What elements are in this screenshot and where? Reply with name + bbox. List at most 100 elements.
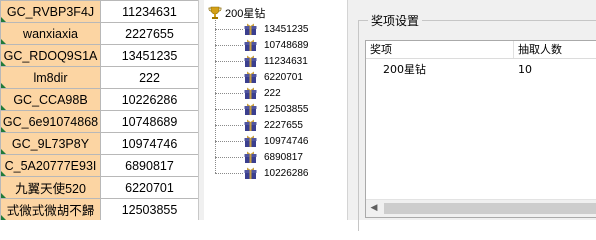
trophy-icon [208, 6, 222, 19]
cell-text: 13451235 [121, 48, 178, 63]
sheet-row: GC_6e91074868 10748689 [0, 110, 198, 133]
prize-list[interactable]: 奖项 抽取人数 200星钻 10 ◀ [365, 40, 596, 218]
sheet-row: lm8dir 222 [0, 66, 198, 89]
gift-box-icon [244, 151, 257, 164]
tree-node-label: 10226286 [264, 168, 309, 180]
gift-box-icon [244, 71, 257, 83]
settings-panel: 奖项设置 奖项 抽取人数 200星钻 10 ◀ [348, 0, 596, 231]
gift-box-icon [244, 135, 257, 148]
prize-count: 10 [518, 63, 532, 76]
tree-root[interactable]: 200星钻 [208, 6, 265, 20]
gift-box-icon [244, 39, 257, 51]
cell-text: GC_RVBP3F4J [6, 4, 95, 19]
tree-node-label: 10748689 [264, 39, 309, 51]
cell-text: wanxiaxia [23, 26, 78, 41]
spreadsheet-grid: GC_RVBP3F4J 11234631 wanxiaxia 2227655 GC_RD… [0, 0, 198, 220]
tree-node[interactable]: 10974746 [215, 134, 309, 150]
gift-box-icon [244, 55, 257, 67]
tree-branch [215, 141, 243, 143]
column-header-count[interactable]: 抽取人数 [514, 41, 596, 58]
sheet-cell-id[interactable]: 222 [100, 66, 198, 89]
cell-text: 式微式微胡不歸 [6, 204, 95, 218]
tree-branch [215, 92, 243, 94]
cell-text: 12503855 [121, 202, 178, 217]
cell-text: 222 [139, 70, 160, 85]
sheet-cell-id[interactable]: 6220701 [100, 176, 198, 199]
sheet-cell-id[interactable]: 6890817 [100, 154, 198, 177]
cell-text: 2227655 [125, 26, 174, 41]
cell-text: GC_CCA98B [13, 92, 88, 107]
gift-box-icon [244, 119, 257, 132]
cell-text: GC_9L73P8Y [11, 136, 90, 151]
sheet-row: GC_9L73P8Y 10974746 [0, 132, 198, 155]
sheet-cell-name[interactable]: wanxiaxia [0, 22, 101, 45]
sheet-cell-name[interactable]: GC_RVBP3F4J [0, 0, 101, 23]
sheet-cell-name[interactable]: GC_RDOQ9S1A [0, 44, 101, 67]
sheet-cell-id[interactable]: 12503855 [100, 198, 198, 220]
cell-text: GC_6e91074868 [2, 114, 99, 129]
sheet-cell-id[interactable]: 10226286 [100, 88, 198, 111]
spreadsheet: GC_RVBP3F4J 11234631 wanxiaxia 2227655 GC_RD… [0, 0, 198, 220]
sheet-cell-name[interactable]: 式微式微胡不歸 [0, 198, 101, 220]
cell-text: C_5A20777E93I [4, 158, 97, 173]
horizontal-scrollbar[interactable]: ◀ [366, 199, 596, 217]
tree-node[interactable]: 10226286 [215, 166, 309, 182]
sheet-row: C_5A20777E93I 6890817 [0, 154, 198, 177]
column-header-prize[interactable]: 奖项 [366, 41, 514, 58]
tree-node-label: 6220701 [264, 71, 303, 83]
tree-branch [215, 173, 243, 175]
sheet-row: GC_RVBP3F4J 11234631 [0, 0, 198, 23]
scroll-left-icon[interactable]: ◀ [369, 203, 379, 213]
sheet-cell-id[interactable]: 2227655 [100, 22, 198, 45]
cell-text: 10748689 [121, 114, 178, 129]
tree-branch [215, 76, 243, 78]
tree-root-label: 200星钻 [225, 8, 266, 20]
tree-node[interactable]: 222 [215, 85, 281, 101]
cell-text: lm8dir [33, 70, 68, 85]
sheet-cell-name[interactable]: GC_CCA98B [0, 88, 101, 111]
tree-node-label: 13451235 [264, 23, 309, 35]
sheet-cell-name[interactable]: C_5A20777E93I [0, 154, 101, 177]
sheet-cell-id[interactable]: 11234631 [100, 0, 198, 23]
cell-text: 11234631 [122, 4, 177, 19]
tree-node[interactable]: 6890817 [215, 150, 303, 166]
sheet-cell-name[interactable]: lm8dir [0, 66, 101, 89]
tree-branch [215, 109, 243, 110]
sheet-row: 九翼天使520 6220701 [0, 176, 198, 199]
tree-node[interactable]: 6220701 [215, 69, 303, 85]
cell-text: 10974746 [121, 136, 178, 151]
tree-branch [215, 44, 243, 46]
cell-text: 6890817 [125, 158, 174, 173]
winner-tree[interactable]: 200星钻 13451235 10748689 11234631 6220701 222… [204, 0, 348, 220]
tree-branch [215, 60, 243, 62]
sheet-cell-id[interactable]: 10748689 [100, 110, 198, 133]
gift-box-icon [244, 23, 257, 35]
tree-branch [215, 125, 243, 127]
sheet-row: GC_CCA98B 10226286 [0, 88, 198, 111]
sheet-cell-name[interactable]: GC_9L73P8Y [0, 132, 101, 155]
gift-box-icon [244, 167, 257, 180]
tree-node-label: 11234631 [264, 55, 308, 67]
tree-node[interactable]: 12503855 [215, 102, 309, 118]
prize-list-header: 奖项 抽取人数 [366, 41, 596, 59]
tree-node-label: 12503855 [264, 104, 309, 115]
sheet-cell-name[interactable]: GC_6e91074868 [0, 110, 101, 133]
tree-node-label: 222 [264, 87, 281, 99]
prize-settings-title: 奖项设置 [368, 12, 423, 29]
prize-name: 200星钻 [383, 63, 426, 76]
sheet-cell-id[interactable]: 10974746 [100, 132, 198, 155]
gift-box-icon [244, 103, 257, 115]
cell-text: 九翼天使520 [15, 182, 86, 196]
tree-node[interactable]: 11234631 [215, 53, 308, 69]
tree-node[interactable]: 10748689 [215, 37, 309, 53]
cell-text: GC_RDOQ9S1A [3, 48, 98, 63]
tree-node[interactable]: 2227655 [215, 118, 303, 134]
tree-node[interactable]: 13451235 [215, 21, 309, 37]
sheet-cell-name[interactable]: 九翼天使520 [0, 176, 101, 199]
sheet-row: wanxiaxia 2227655 [0, 22, 198, 45]
tree-node-label: 10974746 [264, 136, 309, 148]
scrollbar-thumb[interactable] [384, 203, 596, 214]
sheet-cell-id[interactable]: 13451235 [100, 44, 198, 67]
tree-node-label: 6890817 [264, 152, 303, 164]
prize-row[interactable]: 200星钻 10 [366, 61, 596, 79]
